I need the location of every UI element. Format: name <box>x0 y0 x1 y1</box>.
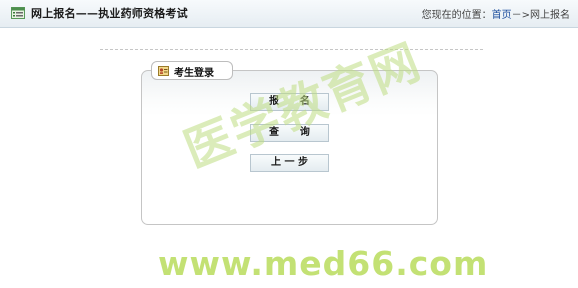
breadcrumb-separator: －> <box>511 10 530 21</box>
previous-step-button[interactable]: 上 一 步 <box>250 154 329 172</box>
login-panel-tab: 考生登录 <box>151 61 233 80</box>
login-panel-title: 考生登录 <box>174 68 214 79</box>
breadcrumb-current: 网上报名 <box>530 10 570 21</box>
breadcrumb-label: 您现在的位置： <box>421 10 492 21</box>
breadcrumb: 您现在的位置：首页－>网上报名 <box>422 6 570 21</box>
watermark-url: www.med66.com <box>158 244 489 283</box>
breadcrumb-home-link[interactable]: 首页 <box>492 10 512 21</box>
id-card-icon <box>158 66 169 76</box>
page-title: 网上报名——执业药师资格考试 <box>31 7 188 20</box>
dotted-divider <box>100 49 483 50</box>
header-bar: 网上报名——执业药师资格考试 您现在的位置：首页－>网上报名 <box>0 0 578 28</box>
list-window-icon <box>11 7 25 19</box>
